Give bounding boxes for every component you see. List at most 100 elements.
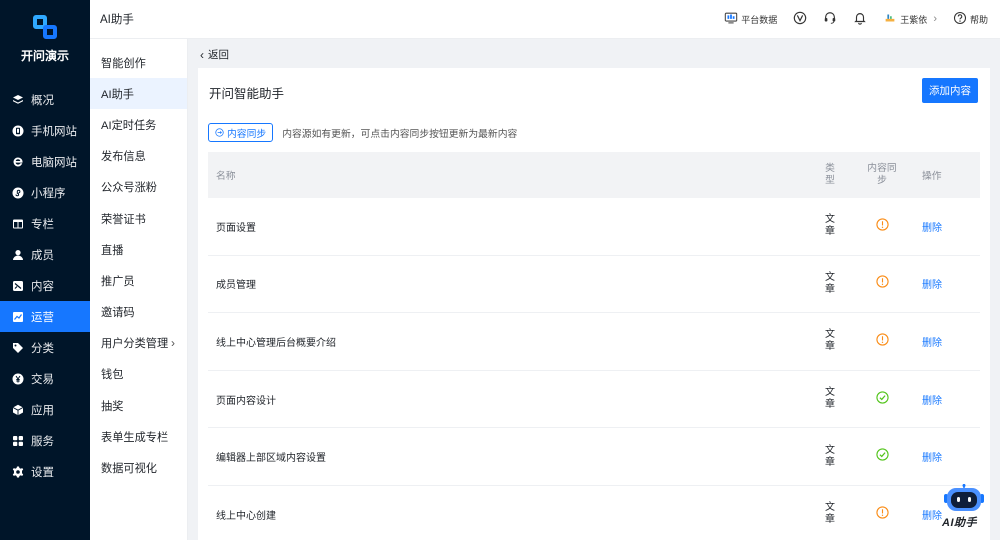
content-icon (12, 280, 24, 292)
submenu-item-9[interactable]: 用户分类管理 › (90, 328, 187, 359)
submenu-item-label: 直播 (101, 244, 124, 257)
platform-data-link[interactable]: 平台数据 (724, 11, 777, 27)
sidebar-item-6[interactable]: 内容 (0, 270, 90, 301)
add-content-button[interactable]: 添加内容 (922, 78, 978, 103)
sidebar-item-12[interactable]: 设置 (0, 456, 90, 487)
row-type: 文章 (825, 444, 835, 468)
sidebar-item-0[interactable]: 概况 (0, 84, 90, 115)
content-sync-label: 内容同步 (227, 128, 267, 140)
sidebar-item-1[interactable]: 手机网站 (0, 115, 90, 146)
submenu-item-6[interactable]: 直播 (90, 234, 187, 265)
submenu-item-3[interactable]: 发布信息 (90, 141, 187, 172)
back-link[interactable]: ‹ 返回 (200, 47, 229, 62)
submenu-item-label: AI定时任务 (101, 119, 157, 132)
app-logo[interactable]: 开问演示 (0, 0, 90, 78)
table-row: 线上中心管理后台概要介绍 文章 删除 (208, 313, 980, 371)
sidebar-item-11[interactable]: 服务 (0, 425, 90, 456)
user-menu[interactable]: 王紫依 › (883, 11, 937, 27)
submenu-item-7[interactable]: 推广员 (90, 265, 187, 296)
delete-link[interactable]: 删除 (922, 338, 942, 349)
header-sync: 内容同步 (867, 163, 897, 186)
submenu-item-8[interactable]: 邀请码 (90, 297, 187, 328)
sidebar-item-label: 分类 (31, 342, 54, 355)
chevron-left-icon: ‹ (200, 47, 204, 62)
submenu-item-2[interactable]: AI定时任务 (90, 109, 187, 140)
submenu-item-4[interactable]: 公众号涨粉 (90, 172, 187, 203)
sidebar-item-label: 手机网站 (31, 125, 77, 138)
sidebar-item-label: 电脑网站 (31, 156, 77, 169)
sidebar-item-2[interactable]: 电脑网站 (0, 146, 90, 177)
delete-link[interactable]: 删除 (922, 280, 942, 291)
chevron-right-icon: › (933, 13, 937, 25)
chart-icon (12, 311, 24, 323)
help-link[interactable]: 帮助 (953, 11, 988, 27)
card-title: 开问智能助手 (209, 87, 285, 101)
submenu-item-label: 用户分类管理 (101, 338, 169, 351)
sidebar-item-9[interactable]: 交易 (0, 363, 90, 394)
content-table: 名称 类型 内容同步 操作 页面设置 文章 删除 成员管理 文章 删除 线上中心管理后台概要… (208, 152, 980, 540)
submenu-item-11[interactable]: 抽奖 (90, 390, 187, 421)
sidebar-item-label: 内容 (31, 280, 54, 293)
header-type: 类型 (825, 163, 835, 186)
sidebar-item-label: 服务 (31, 435, 54, 448)
row-type: 文章 (825, 271, 835, 295)
row-name: 编辑器上部区域内容设置 (216, 453, 326, 465)
row-type: 文章 (825, 387, 835, 411)
user-icon (12, 249, 24, 261)
header-sync-wrap: 内容同步 (856, 163, 908, 187)
sidebar-item-10[interactable]: 应用 (0, 394, 90, 425)
top-header: AI助手 平台数据 王紫依 › 帮助 (90, 0, 1000, 39)
submenu-item-label: 推广员 (101, 275, 135, 288)
sidebar-item-label: 应用 (31, 404, 54, 417)
delete-link[interactable]: 删除 (922, 396, 942, 407)
row-name: 页面设置 (216, 222, 256, 234)
sidebar-item-3[interactable]: 小程序 (0, 177, 90, 208)
main-content: ‹ 返回 开问智能助手 添加内容 内容同步 内容源如有更新，可点击内容同步按钮更… (188, 39, 1000, 540)
row-name: 页面内容设计 (216, 395, 276, 407)
monitor-icon (724, 11, 738, 27)
sidebar-item-label: 小程序 (31, 187, 66, 200)
sidebar-item-label: 交易 (31, 373, 54, 386)
submenu-item-label: 钱包 (101, 369, 124, 382)
delete-link[interactable]: 删除 (922, 223, 942, 234)
row-name: 线上中心管理后台概要介绍 (216, 337, 336, 349)
logo-icon (33, 14, 57, 39)
headset-icon (823, 11, 837, 27)
vip-button[interactable] (793, 11, 807, 27)
username: 王紫依 (900, 14, 928, 25)
submenu-item-1[interactable]: AI助手 (90, 78, 187, 110)
cube-icon (12, 404, 24, 416)
app-name: 开问演示 (20, 48, 69, 63)
submenu-item-0[interactable]: 智能创作 (90, 47, 187, 78)
submenu-item-13[interactable]: 数据可视化 (90, 452, 187, 483)
bell-icon (853, 11, 867, 27)
chevron-right-icon: › (171, 336, 175, 351)
content-sync-button[interactable]: 内容同步 (208, 123, 274, 142)
submenu-item-12[interactable]: 表单生成专栏 (90, 421, 187, 452)
table-row: 编辑器上部区域内容设置 文章 删除 (208, 428, 980, 486)
sidebar-item-7[interactable]: 运营 (0, 301, 90, 332)
sidebar-item-label: 运营 (31, 311, 54, 324)
support-button[interactable] (823, 11, 837, 27)
sidebar-item-4[interactable]: 专栏 (0, 208, 90, 239)
column-icon (12, 218, 24, 230)
submenu-item-10[interactable]: 钱包 (90, 359, 187, 390)
notification-button[interactable] (853, 11, 867, 27)
sidebar-item-8[interactable]: 分类 (0, 332, 90, 363)
submenu-item-label: 智能创作 (101, 57, 146, 70)
header-op: 操作 (922, 171, 942, 182)
check-circle-icon (875, 390, 889, 408)
help-icon (953, 11, 967, 27)
sub-menu: 智能创作 AI助手 AI定时任务 发布信息 公众号涨粉 荣誉证书 直播 推广员 邀请码 用户分类管… (90, 39, 188, 540)
delete-link[interactable]: 删除 (922, 511, 942, 522)
submenu-item-5[interactable]: 荣誉证书 (90, 203, 187, 234)
back-label: 返回 (208, 49, 229, 61)
ai-assistant-float[interactable]: AI助手 (940, 476, 988, 532)
delete-link[interactable]: 删除 (922, 453, 942, 464)
sidebar-nav: 概况手机网站电脑网站小程序专栏 成员内容运营分类交易应用服务设置 (0, 84, 90, 487)
ie-icon (12, 156, 24, 168)
sidebar-item-5[interactable]: 成员 (0, 239, 90, 270)
submenu-item-label: AI助手 (101, 88, 134, 101)
submenu-item-label: 荣誉证书 (101, 213, 146, 226)
row-type: 文章 (825, 329, 835, 353)
